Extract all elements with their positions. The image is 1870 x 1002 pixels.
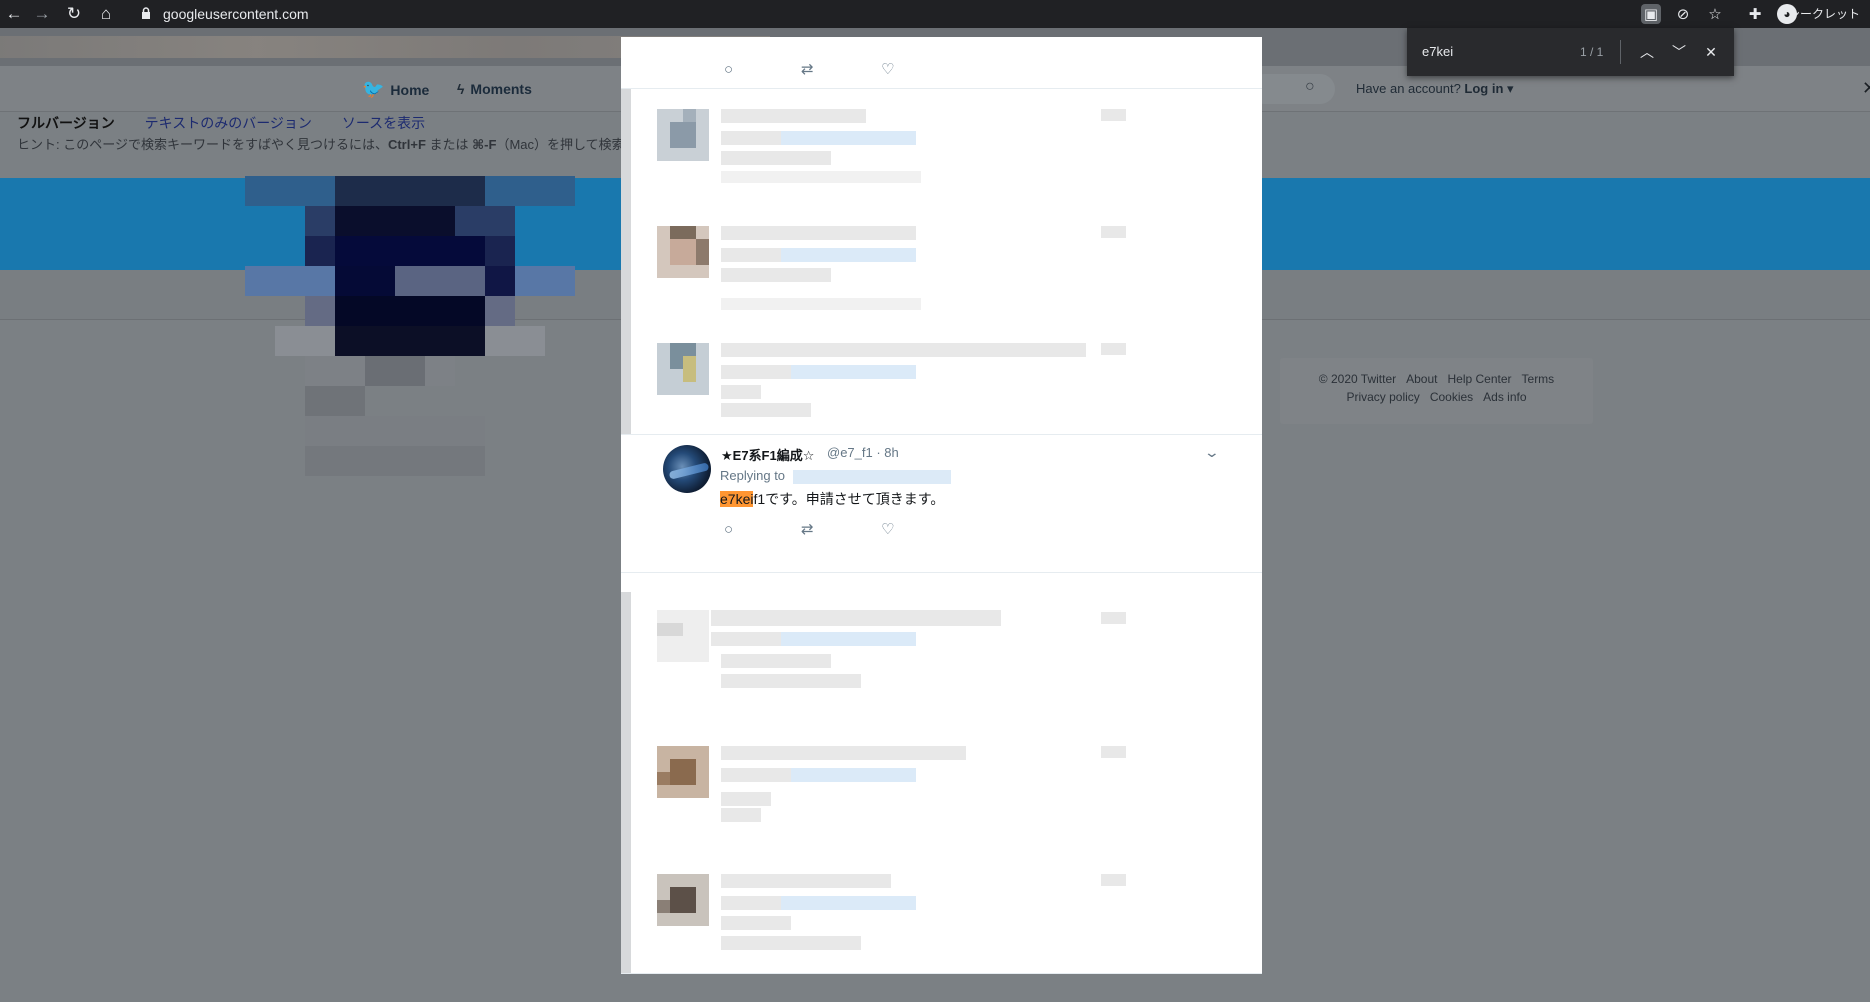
find-bar: e7kei 1 / 1 ︿ ﹀ ✕ <box>1407 28 1734 76</box>
like-icon[interactable]: ♡ <box>881 62 894 78</box>
footer-row-2: Privacy policy Cookies Ads info <box>1280 390 1593 404</box>
address-bar[interactable]: googleusercontent.com <box>163 0 309 28</box>
retweet-icon[interactable]: ⇄ <box>801 62 814 78</box>
reply-icon[interactable]: ○ <box>724 522 733 538</box>
avatar <box>657 226 709 278</box>
avatar <box>657 874 709 926</box>
twitter-bird-icon: 🐦 <box>362 79 385 99</box>
retweet-icon[interactable]: ⇄ <box>801 522 814 538</box>
tweet-text: e7keif1です。申請させて頂きます。 <box>720 491 945 507</box>
footer-ads[interactable]: Ads info <box>1483 390 1526 404</box>
link-view-source[interactable]: ソースを表示 <box>342 115 425 131</box>
nav-moments[interactable]: ϟ Moments <box>457 66 532 112</box>
like-icon[interactable]: ♡ <box>881 522 894 538</box>
nav-home[interactable]: 🐦 Home <box>362 66 429 112</box>
reply-icon[interactable]: ○ <box>724 62 733 78</box>
find-match-count: 1 / 1 <box>1580 45 1604 59</box>
blurred-reply <box>621 206 1262 323</box>
cache-hint: ヒント: このページで検索キーワードをすばやく見つけるには、Ctrl+F または… <box>17 137 625 152</box>
previous-tweet-actions: ○ ⇄ ♡ <box>621 37 1262 89</box>
cache-links: フルバージョン テキストのみのバージョン ソースを表示 <box>17 112 451 134</box>
login-link[interactable]: Log in <box>1464 81 1503 96</box>
avatar <box>657 343 709 395</box>
back-icon[interactable]: ← <box>0 0 28 28</box>
avatar[interactable] <box>663 445 711 493</box>
lock-icon <box>142 7 150 19</box>
blurred-reply <box>621 89 1262 206</box>
footer-copyright: © 2020 Twitter <box>1318 372 1397 386</box>
blurred-reply <box>621 592 1262 722</box>
star-icon[interactable]: ☆ <box>1705 4 1725 24</box>
page-info-icon[interactable]: ▣ <box>1641 4 1661 24</box>
find-input[interactable]: e7kei <box>1422 28 1453 76</box>
chevron-up-icon[interactable]: ︿ <box>1637 42 1657 62</box>
close-icon[interactable]: ✕ <box>1701 42 1721 62</box>
eye-off-icon[interactable]: ⊘ <box>1673 4 1693 24</box>
tweet-author-handle[interactable]: @e7_f1 · 8h <box>827 445 899 460</box>
find-highlight: e7kei <box>720 491 754 507</box>
reload-icon[interactable]: ↻ <box>60 0 88 28</box>
replying-to-label: Replying to <box>720 468 786 483</box>
browser-toolbar: ← → ↻ ⌂ googleusercontent.com ▣ ⊘ ☆ ✚ ◕ … <box>0 0 1870 28</box>
puzzle-extensions-icon[interactable]: ✚ <box>1745 4 1765 24</box>
close-icon[interactable]: ✕ <box>1862 78 1870 99</box>
tweet-modal: ○ ⇄ ♡ ★E7系F1編成☆ @e7_f1 · 8h ⌄ Replying t… <box>621 37 1262 974</box>
avatar <box>657 109 709 161</box>
footer-privacy[interactable]: Privacy policy <box>1346 390 1419 404</box>
incognito-label[interactable]: シークレット <box>1788 0 1860 28</box>
search-input[interactable] <box>1250 74 1335 104</box>
link-text-only[interactable]: テキストのみのバージョン <box>145 115 312 131</box>
search-icon[interactable]: ○ <box>1305 78 1315 96</box>
footer-row-1: © 2020 Twitter About Help Center Terms <box>1280 372 1593 386</box>
chevron-down-icon[interactable]: ﹀ <box>1669 42 1689 62</box>
footer-terms[interactable]: Terms <box>1522 372 1555 386</box>
chevron-down-icon[interactable]: ⌄ <box>1204 444 1220 461</box>
find-divider <box>1620 40 1621 64</box>
lightning-icon: ϟ <box>457 81 465 97</box>
home-icon[interactable]: ⌂ <box>92 0 120 28</box>
replying-to-user[interactable] <box>793 470 951 484</box>
link-full-version[interactable]: フルバージョン <box>17 115 115 131</box>
footer-cookies[interactable]: Cookies <box>1430 390 1473 404</box>
blurred-reply <box>621 323 1262 435</box>
avatar <box>657 746 709 798</box>
blurred-reply <box>621 722 1262 854</box>
avatar <box>657 610 709 662</box>
footer-about[interactable]: About <box>1406 372 1437 386</box>
profile-avatar-pixelated <box>245 176 575 501</box>
blurred-reply <box>621 854 1262 974</box>
tweet-author-name[interactable]: ★E7系F1編成☆ <box>721 445 814 464</box>
forward-icon[interactable]: → <box>28 0 56 28</box>
twitter-footer: © 2020 Twitter About Help Center Terms Priv… <box>1280 358 1593 424</box>
footer-help[interactable]: Help Center <box>1447 372 1511 386</box>
